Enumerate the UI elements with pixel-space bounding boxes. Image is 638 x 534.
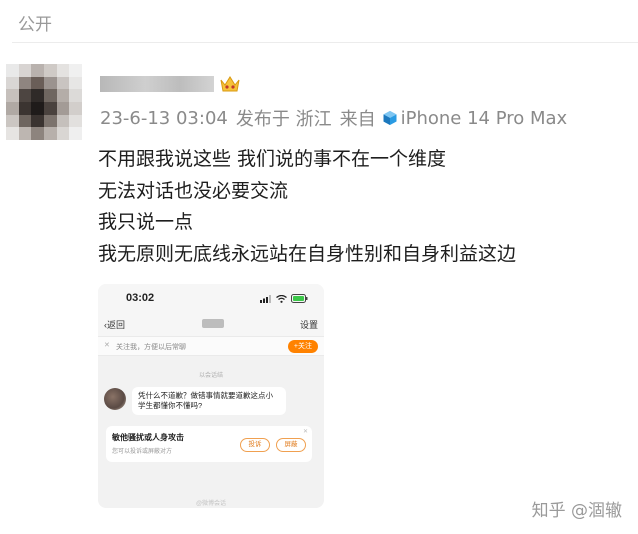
avatar-pixel — [56, 102, 70, 115]
avatar-pixel — [44, 89, 57, 102]
avatar-pixel — [56, 64, 70, 77]
username-redacted[interactable] — [100, 76, 214, 92]
vip-crown-icon — [220, 76, 240, 92]
avatar-pixel — [18, 102, 32, 115]
chat-title-redacted — [202, 319, 224, 328]
phone-time: 03:02 — [126, 292, 155, 304]
avatar-pixel — [6, 127, 19, 140]
block-button[interactable]: 屏蔽 — [276, 438, 306, 452]
avatar-pixel — [6, 89, 19, 102]
avatar-pixel — [6, 102, 19, 115]
avatar-pixel — [31, 114, 44, 128]
battery-icon — [291, 294, 308, 303]
avatar[interactable] — [6, 64, 82, 140]
avatar-pixel — [56, 127, 70, 140]
report-button[interactable]: 投诉 — [240, 438, 270, 452]
follow-bar: ✕ 关注我，方便以后常聊 +关注 — [98, 336, 324, 356]
post-line: 我无原则无底线永远站在自身性别和自身利益这边 — [98, 242, 517, 265]
post-device[interactable]: iPhone 14 Pro Max — [401, 108, 568, 129]
close-icon[interactable]: ✕ — [303, 428, 308, 435]
avatar-pixel — [31, 64, 44, 77]
avatar-pixel — [6, 64, 19, 77]
avatar-pixel — [69, 102, 82, 115]
post-line: 无法对话也没必要交流 — [98, 179, 289, 202]
avatar-pixel — [69, 89, 82, 102]
avatar-pixel — [6, 76, 19, 90]
avatar-pixel — [6, 114, 19, 128]
avatar-pixel — [18, 89, 32, 102]
avatar-pixel — [69, 114, 82, 128]
post-timestamp[interactable]: 23-6-13 03:04 — [100, 108, 228, 129]
post-source-prefix: 来自 — [339, 109, 376, 130]
avatar-pixel — [31, 127, 44, 140]
post-body: 不用跟我说这些 我们说的事不在一个维度 无法对话也没必要交流 我只说一点 我无原… — [98, 144, 516, 270]
chat-nav-bar: ‹返回 设置 — [98, 314, 324, 336]
avatar-pixel — [18, 76, 32, 90]
avatar-pixel — [18, 127, 32, 140]
wifi-icon — [276, 294, 287, 303]
avatar-pixel — [69, 127, 82, 140]
visibility-label: 公开 — [18, 15, 52, 35]
avatar-pixel — [69, 76, 82, 90]
signal-icon — [260, 294, 271, 303]
harassment-warning-card: ✕ 敏他骚扰或人身攻击 您可以投诉或屏蔽对方 投诉 屏蔽 — [106, 426, 312, 462]
post-image[interactable]: 03:02 ‹返回 设置 ✕ 关注我，方便以后常聊 +关注 以会话结 凭什么不道… — [98, 284, 324, 508]
avatar-pixel — [56, 89, 70, 102]
avatar-pixel — [44, 76, 57, 90]
post-location: 发布于 浙江 — [235, 109, 332, 130]
avatar-pixel — [69, 64, 82, 77]
avatar-pixel — [44, 127, 57, 140]
warning-subtitle: 您可以投诉或屏蔽对方 — [112, 449, 173, 455]
message-avatar — [104, 388, 126, 410]
avatar-pixel — [31, 89, 44, 102]
avatar-pixel — [44, 64, 57, 77]
post-line: 我只说一点 — [98, 211, 194, 233]
follow-button[interactable]: +关注 — [287, 340, 318, 353]
avatar-pixel — [18, 64, 32, 77]
back-label: 返回 — [107, 320, 126, 330]
avatar-pixel — [56, 76, 70, 90]
image-watermark: @微博会话 — [195, 501, 227, 507]
system-notice: 以会话结 — [198, 373, 223, 379]
message-bubble: 凭什么不道歉？做错事情就要道歉这点小学生都懂你不懂吗? — [132, 387, 286, 415]
phone-status-bar: 03:02 — [98, 284, 324, 314]
avatar-pixel — [31, 76, 44, 90]
settings-button[interactable]: 设置 — [300, 318, 318, 331]
avatar-pixel — [56, 114, 70, 128]
post-meta: 23-6-13 03:04 发布于 浙江 来自 iPhone 14 Pro Ma… — [100, 105, 567, 131]
warning-title: 敏他骚扰或人身攻击 — [112, 433, 184, 442]
follow-hint: 关注我，方便以后常聊 — [116, 344, 186, 351]
avatar-pixel — [18, 114, 32, 128]
divider — [12, 42, 638, 43]
avatar-pixel — [44, 102, 57, 115]
back-button[interactable]: ‹返回 — [104, 318, 125, 331]
close-icon[interactable]: ✕ — [104, 341, 110, 349]
post-line: 不用跟我说这些 我们说的事不在一个维度 — [98, 148, 447, 170]
avatar-pixel — [31, 102, 44, 115]
status-icons — [260, 294, 308, 303]
cube-icon — [383, 111, 397, 125]
avatar-pixel — [44, 114, 57, 128]
zhihu-watermark: 知乎 @涸辙 — [531, 501, 622, 521]
